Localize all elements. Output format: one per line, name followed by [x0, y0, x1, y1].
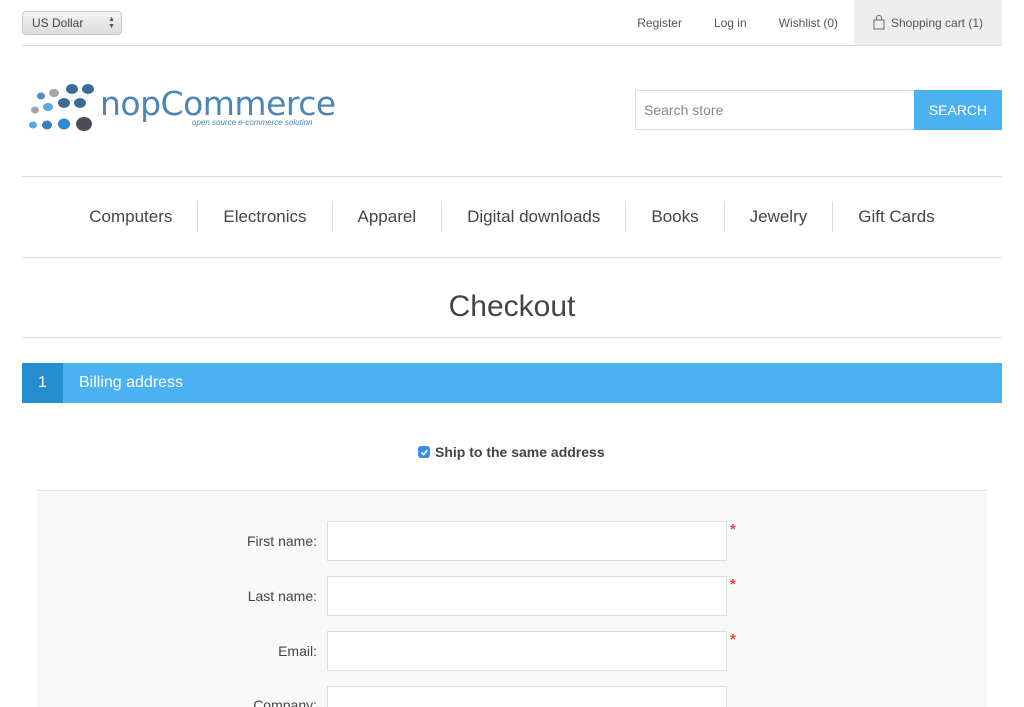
ship-same-address[interactable]: Ship to the same address	[418, 444, 605, 460]
ship-same-label: Ship to the same address	[435, 444, 605, 460]
register-link[interactable]: Register	[637, 16, 682, 30]
top-menu: Computers Electronics Apparel Digital do…	[22, 176, 1002, 258]
last-name-field[interactable]	[327, 576, 727, 616]
checkmark-icon	[420, 448, 428, 456]
email-field[interactable]	[327, 631, 727, 671]
search-input[interactable]	[635, 90, 915, 130]
company-label: Company:	[253, 697, 317, 707]
menu-item-computers[interactable]: Computers	[64, 202, 197, 232]
step-number: 1	[22, 363, 63, 403]
last-name-label: Last name:	[247, 588, 317, 604]
menu-item-books[interactable]: Books	[625, 202, 723, 232]
billing-form: First name: * Last name: * Email: * Comp…	[37, 490, 987, 707]
login-link[interactable]: Log in	[714, 16, 747, 30]
company-field[interactable]	[327, 686, 727, 707]
shopping-cart-link[interactable]: Shopping cart (1)	[854, 0, 1002, 45]
shopping-bag-icon	[873, 15, 885, 30]
email-label: Email:	[278, 643, 317, 659]
select-arrows-icon: ▲ ▼	[108, 16, 115, 30]
logo-tagline: open source e-commerce solution	[192, 118, 313, 127]
logo-dots-icon	[29, 84, 94, 131]
header-upper: US Dollar ▲ ▼ Register Log in Wishlist (0…	[22, 0, 1002, 46]
menu-item-jewelry[interactable]: Jewelry	[723, 202, 833, 232]
first-name-required: *	[730, 521, 736, 538]
ship-same-checkbox[interactable]	[418, 446, 430, 458]
menu-item-electronics[interactable]: Electronics	[197, 202, 331, 232]
first-name-label: First name:	[246, 533, 317, 549]
first-name-field[interactable]	[327, 521, 727, 561]
menu-item-digital-downloads[interactable]: Digital downloads	[441, 202, 625, 232]
shopping-cart-label: Shopping cart (1)	[890, 15, 984, 30]
step-title: Billing address	[79, 374, 184, 391]
page-title: Checkout	[22, 290, 1002, 338]
email-required: *	[730, 631, 736, 648]
billing-address-step[interactable]: 1 Billing address	[22, 363, 1002, 403]
last-name-required: *	[730, 576, 736, 593]
menu-item-apparel[interactable]: Apparel	[331, 202, 442, 232]
currency-selector[interactable]: US Dollar ▲ ▼	[22, 11, 122, 35]
search-button[interactable]: SEARCH	[914, 90, 1002, 130]
header-links: Register Log in Wishlist (0) Shopping ca…	[637, 0, 1002, 45]
menu-item-gift-cards[interactable]: Gift Cards	[832, 202, 960, 232]
logo[interactable]: nopCommerce open source e-commerce solut…	[26, 80, 336, 136]
currency-selector-value: US Dollar	[32, 16, 84, 30]
wishlist-link[interactable]: Wishlist (0)	[779, 16, 838, 30]
